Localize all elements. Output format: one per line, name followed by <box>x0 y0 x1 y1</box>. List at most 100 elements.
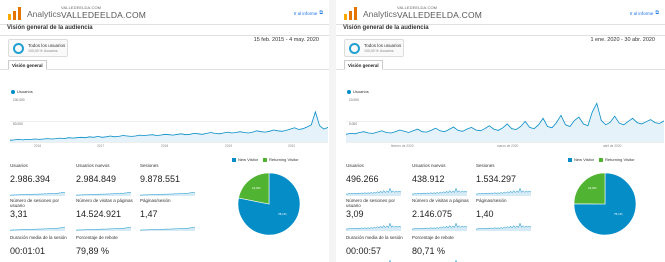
page-title: Visión general de la audiencia <box>343 25 429 31</box>
date-range[interactable]: 1 ene. 2020 - 30 abr. 2020 <box>590 37 655 43</box>
new-visitor-swatch <box>232 157 236 162</box>
metric-value: 14.524.921 <box>76 209 122 219</box>
metric-sparkline <box>412 222 467 231</box>
segment-name: Todos los usuarios <box>28 43 66 48</box>
x-tick-label: 2017 <box>97 144 105 148</box>
metric-card[interactable]: Porcentaje de rebote 80,71 % <box>412 235 469 262</box>
metric-sparkline <box>140 227 195 231</box>
metric-sparkline <box>476 187 531 196</box>
metric-value: 1,47 <box>140 209 158 219</box>
metric-card[interactable]: Páginas/sesión 1,47 <box>140 198 197 238</box>
metric-sparkline <box>140 192 195 196</box>
go-to-report-link[interactable]: Ir al informe ⧉ <box>294 10 323 16</box>
metric-card[interactable]: Porcentaje de rebote 79,89 % <box>76 235 133 262</box>
metric-value: 00:01:01 <box>10 246 46 256</box>
metric-sparkline <box>10 227 65 231</box>
x-tick-label: abril de 2020 <box>603 144 622 148</box>
metric-value: 2.986.394 <box>10 174 51 184</box>
segment-selector[interactable]: Todos los usuarios 100,00 % Usuarios <box>8 39 68 57</box>
tab-bar-line <box>0 69 329 70</box>
gridline <box>346 142 664 143</box>
metric-label: Usuarios <box>346 163 364 168</box>
series-dot-icon <box>347 89 351 94</box>
property-name[interactable]: VALLEDEELDA.COM <box>61 10 146 20</box>
sparkline-area <box>346 188 401 196</box>
metric-value: 2.984.849 <box>76 174 117 184</box>
metric-card[interactable]: Usuarios nuevos 2.984.849 <box>76 163 133 203</box>
divider <box>0 35 329 36</box>
metric-label: Sesiones <box>140 163 159 168</box>
top-bar: Analytics VALLEDEELDA.COM VALLEDEELDA.CO… <box>336 0 665 24</box>
divider <box>336 35 665 36</box>
metric-card[interactable]: Usuarios nuevos 438.912 <box>412 163 469 203</box>
metric-card[interactable]: Usuarios 496.266 <box>346 163 403 203</box>
tab-overview[interactable]: Visión general <box>8 60 47 70</box>
metric-value: 1.534.297 <box>476 174 517 184</box>
metric-card[interactable]: Páginas/sesión 1,40 <box>476 198 533 238</box>
metric-card[interactable]: Número de visitas a páginas 14.524.921 <box>76 198 133 238</box>
pie-label-new: 78,1% <box>278 212 287 216</box>
x-tick-label: 2018 <box>161 144 169 148</box>
segment-name: Todos los usuarios <box>364 43 402 48</box>
top-bar: Analytics VALLEDEELDA.COM VALLEDEELDA.CO… <box>0 0 329 24</box>
metric-label: Usuarios <box>10 163 28 168</box>
metric-card[interactable]: Sesiones 9.878.551 <box>140 163 197 203</box>
segment-selector[interactable]: Todos los usuarios 100,00 % Usuarios <box>344 39 404 57</box>
metric-label: Porcentaje de rebote <box>76 235 118 240</box>
metric-card[interactable]: Número de sesiones por usuario 3,31 <box>10 198 67 238</box>
external-link-icon: ⧉ <box>655 10 659 16</box>
segment-ring-icon <box>13 43 24 54</box>
metric-label: Sesiones <box>476 163 495 168</box>
panel-right: Analytics VALLEDEELDA.COM VALLEDEELDA.CO… <box>336 0 665 262</box>
panel-separator <box>329 0 336 262</box>
metric-label: Porcentaje de rebote <box>412 235 454 240</box>
property-name[interactable]: VALLEDEELDA.COM <box>397 10 482 20</box>
x-tick-label: marzo de 2020 <box>497 144 519 148</box>
metric-label: Número de visitas a páginas <box>412 198 469 203</box>
brand-name: Analytics <box>363 9 398 19</box>
metric-value: 2.146.075 <box>412 209 453 219</box>
sparkline-area <box>476 223 531 231</box>
chart-legend: Usuarios <box>11 89 33 94</box>
series-area <box>346 103 664 142</box>
external-link-icon: ⧉ <box>319 10 323 16</box>
x-tick-label: 2020 <box>288 144 296 148</box>
page-title: Visión general de la audiencia <box>7 25 93 31</box>
brand-name: Analytics <box>27 9 62 19</box>
x-tick-label: 2016 <box>34 144 42 148</box>
date-range[interactable]: 15 feb. 2015 - 4 may. 2020 <box>254 37 319 43</box>
metric-sparkline <box>76 192 131 196</box>
pie-legend-returning: Returning Visitor <box>263 157 299 162</box>
segment-percentage: 100,00 % Usuarios <box>364 49 394 53</box>
pie-legend-returning: Returning Visitor <box>599 157 635 162</box>
sparkline-area <box>412 188 467 196</box>
metric-card[interactable]: Número de visitas a páginas 2.146.075 <box>412 198 469 238</box>
pie-label-returning: 21,9% <box>252 186 261 190</box>
metric-card[interactable]: Número de sesiones por usuario 3,09 <box>346 198 403 238</box>
metric-label: Páginas/sesión <box>476 198 507 203</box>
returning-visitor-swatch <box>599 157 603 162</box>
pie-label-new: 75,1% <box>614 212 623 216</box>
tab-bar-line <box>336 69 665 70</box>
metric-card[interactable]: Duración media de la sesión 00:01:01 <box>10 235 67 262</box>
metric-card[interactable]: Usuarios 2.986.394 <box>10 163 67 203</box>
series-area <box>10 111 328 142</box>
chart-legend: Usuarios <box>347 89 369 94</box>
tab-overview[interactable]: Visión general <box>344 60 383 70</box>
metric-label: Duración media de la sesión <box>10 235 67 240</box>
metric-sparkline <box>346 222 401 231</box>
metric-card[interactable]: Sesiones 1.534.297 <box>476 163 533 203</box>
metric-label: Duración media de la sesión <box>346 235 403 240</box>
analytics-logo-icon <box>8 7 21 20</box>
metric-card[interactable]: Duración media de la sesión 00:00:57 <box>346 235 403 262</box>
metric-sparkline <box>476 222 531 231</box>
new-visitor-swatch <box>568 157 572 162</box>
pie-legend-new: New Visitor <box>568 157 594 162</box>
sparkline-area <box>412 223 467 231</box>
returning-visitor-swatch <box>263 157 267 162</box>
metric-value: 438.912 <box>412 174 445 184</box>
metric-value: 3,31 <box>10 209 28 219</box>
go-to-report-link[interactable]: Ir al informe ⧉ <box>630 10 659 16</box>
panel-left: Analytics VALLEDEELDA.COM VALLEDEELDA.CO… <box>0 0 329 262</box>
pie-legend-new: New Visitor <box>232 157 258 162</box>
